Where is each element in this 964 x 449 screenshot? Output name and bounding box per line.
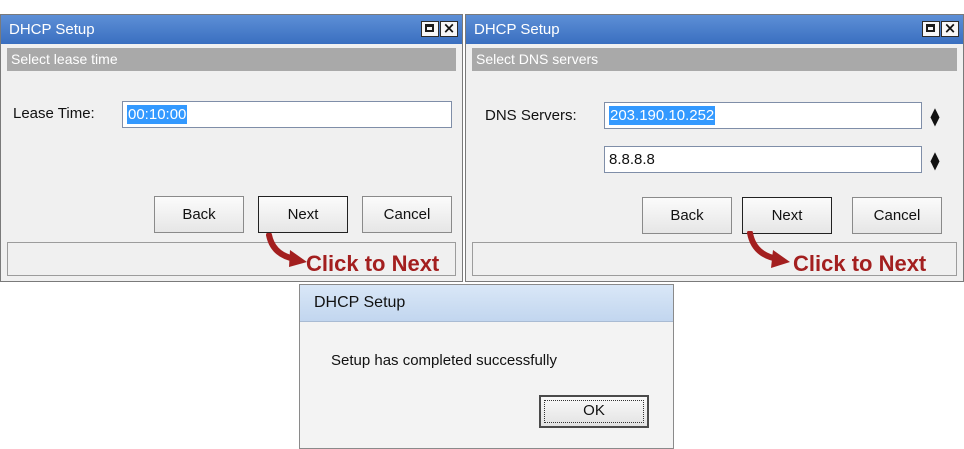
window-title: DHCP Setup [9, 21, 95, 38]
next-button[interactable]: Next [258, 196, 348, 233]
click-to-next-hint: Click to Next [306, 251, 440, 276]
window-title: DHCP Setup [474, 21, 560, 38]
cancel-button[interactable]: Cancel [852, 197, 942, 234]
window-titlebar[interactable]: DHCP Setup × [466, 15, 963, 44]
up-down-arrows-icon[interactable]: ▲ ▼ [929, 150, 941, 171]
dns-servers-label: DNS Servers: [485, 107, 577, 124]
next-button[interactable]: Next [742, 197, 832, 234]
dns-server-1-input[interactable]: 203.190.10.252 [604, 102, 922, 129]
dns-server-2-input[interactable]: 8.8.8.8 [604, 146, 922, 173]
dialog-message: Setup has completed successfully [331, 352, 557, 369]
close-icon[interactable]: × [440, 21, 458, 37]
cancel-button[interactable]: Cancel [362, 196, 452, 233]
dialog-title: DHCP Setup [314, 294, 406, 311]
ok-button[interactable]: OK [539, 395, 649, 428]
back-button[interactable]: Back [154, 196, 244, 233]
step-header: Select lease time [7, 48, 456, 71]
setup-complete-dialog: DHCP Setup Setup has completed successfu… [299, 284, 674, 449]
up-down-arrows-icon[interactable]: ▲ ▼ [929, 106, 941, 127]
step-header: Select DNS servers [472, 48, 957, 71]
lease-time-label: Lease Time: [13, 105, 95, 122]
dhcp-setup-lease-window: DHCP Setup × Select lease time Lease Tim… [0, 14, 463, 282]
maximize-icon[interactable] [922, 21, 940, 37]
close-icon[interactable]: × [941, 21, 959, 37]
curved-arrow-icon [266, 233, 307, 267]
dns-server-2-value: 8.8.8.8 [609, 151, 655, 168]
curved-arrow-icon [747, 231, 790, 268]
lease-time-value: 00:10:00 [127, 105, 188, 124]
dhcp-setup-dns-window: DHCP Setup × Select DNS servers DNS Serv… [465, 14, 964, 282]
dialog-titlebar[interactable]: DHCP Setup [300, 285, 673, 322]
dns-server-1-value: 203.190.10.252 [609, 106, 716, 125]
lease-time-input[interactable]: 00:10:00 [122, 101, 452, 128]
maximize-icon[interactable] [421, 21, 439, 37]
click-to-next-hint: Click to Next [793, 251, 927, 276]
window-titlebar[interactable]: DHCP Setup × [1, 15, 462, 44]
back-button[interactable]: Back [642, 197, 732, 234]
